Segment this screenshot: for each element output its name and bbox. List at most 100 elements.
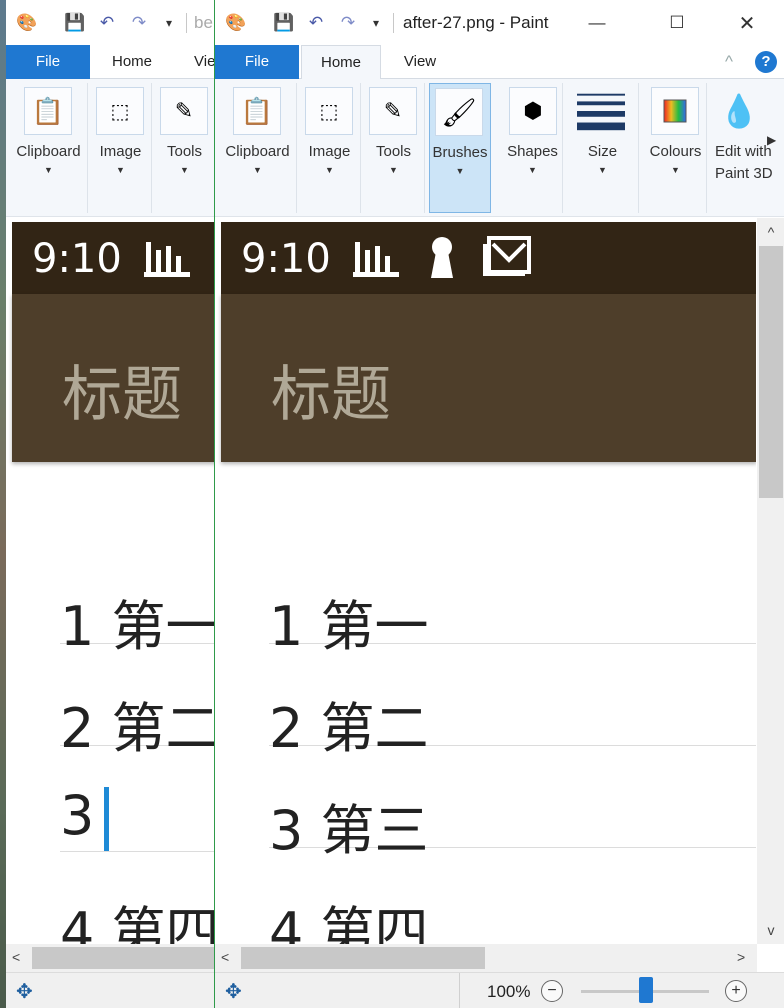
edit-paint3d-label-2: Paint 3D bbox=[715, 165, 773, 182]
size-label: Size bbox=[587, 143, 618, 160]
tools-group[interactable]: ✎ Tools ▼ bbox=[363, 83, 425, 213]
window-title: be bbox=[194, 13, 213, 32]
scroll-thumb[interactable] bbox=[241, 947, 485, 969]
tab-home[interactable]: Home bbox=[92, 45, 172, 79]
image-label: Image bbox=[99, 143, 142, 160]
tab-file[interactable]: File bbox=[6, 45, 90, 79]
tab-view[interactable]: View bbox=[387, 45, 453, 79]
chevron-down-icon: ▼ bbox=[528, 165, 537, 175]
save-icon[interactable]: 💾 bbox=[62, 10, 88, 36]
size-group[interactable]: Size ▼ bbox=[567, 83, 639, 213]
title-bar: 🎨 💾 ↶ ↷ ▾ after-27.png - Paint — ☐ ✕ bbox=[215, 0, 784, 45]
brushes-label: Brushes bbox=[432, 144, 488, 161]
scroll-up-icon[interactable]: ^ bbox=[757, 224, 784, 240]
undo-icon[interactable]: ↶ bbox=[94, 10, 120, 36]
clipboard-group[interactable]: 📋 Clipboard ▼ bbox=[219, 83, 297, 213]
scroll-thumb[interactable] bbox=[759, 246, 783, 498]
list-item[interactable]: 2 第二 bbox=[60, 684, 220, 760]
colour-palette-icon bbox=[651, 87, 699, 135]
chevron-down-icon: ▼ bbox=[455, 166, 465, 176]
move-icon: ✥ bbox=[16, 981, 33, 1003]
tab-file[interactable]: File bbox=[215, 45, 299, 79]
tools-icon: ✎ bbox=[160, 87, 208, 135]
canvas-area[interactable]: 9:10 标题 1 第一 2 第二 3 4 第四 bbox=[6, 218, 220, 944]
customize-qat-icon[interactable]: ▾ bbox=[156, 10, 182, 36]
chevron-down-icon: ▼ bbox=[389, 165, 398, 175]
customize-qat-icon[interactable]: ▾ bbox=[363, 10, 389, 36]
status-bar: ✥ bbox=[6, 972, 220, 1008]
clipboard-icon: 📋 bbox=[233, 87, 281, 135]
shapes-group[interactable]: ⬢ Shapes ▼ bbox=[503, 83, 563, 213]
zoom-out-button[interactable]: − bbox=[541, 980, 563, 1002]
list-item[interactable]: 2 第二 bbox=[269, 684, 756, 760]
app-toolbar: 标题 bbox=[221, 294, 756, 462]
edit-paint3d-label: Edit with bbox=[715, 143, 772, 160]
close-icon[interactable]: ✕ bbox=[727, 6, 767, 40]
brushes-group[interactable]: 🖌 Brushes ▼ bbox=[429, 83, 491, 213]
shapes-icon: ⬢ bbox=[509, 87, 557, 135]
edit-paint3d-group[interactable]: 💧 Edit with Paint 3D bbox=[711, 83, 773, 213]
save-icon[interactable]: 💾 bbox=[271, 10, 297, 36]
status-time: 9:10 bbox=[32, 236, 122, 282]
tools-label: Tools bbox=[166, 143, 203, 160]
list-item[interactable]: 3 第三 bbox=[269, 786, 756, 862]
redo-icon[interactable]: ↷ bbox=[335, 10, 361, 36]
redo-icon[interactable]: ↷ bbox=[126, 10, 152, 36]
undo-icon[interactable]: ↶ bbox=[303, 10, 329, 36]
ribbon-tabs: File Home View bbox=[215, 45, 784, 80]
list-item[interactable]: 4 第四 bbox=[60, 888, 220, 944]
clipboard-label: Clipboard bbox=[225, 143, 290, 160]
horizontal-scrollbar[interactable]: < bbox=[6, 944, 220, 972]
scroll-left-icon[interactable]: < bbox=[12, 949, 20, 965]
canvas-area[interactable]: 9:10 标题 1 第一 2 第二 3 第三 4 第四 bbox=[215, 218, 756, 944]
maximize-icon[interactable]: ☐ bbox=[657, 6, 697, 40]
tools-icon: ✎ bbox=[369, 87, 417, 135]
paint-app-icon: 🎨 bbox=[225, 13, 247, 32]
tools-label: Tools bbox=[375, 143, 412, 160]
vertical-scrollbar[interactable]: ^ v bbox=[757, 218, 784, 944]
horizontal-scrollbar[interactable]: < > bbox=[215, 944, 757, 972]
title-bar: 🎨 💾 ↶ ↷ ▾ be bbox=[6, 0, 220, 45]
colours-group[interactable]: Colours ▼ bbox=[645, 83, 707, 213]
chart-icon bbox=[144, 236, 190, 287]
move-icon: ✥ bbox=[225, 981, 242, 1003]
paint3d-icon: 💧 bbox=[719, 93, 759, 129]
chevron-down-icon: ▼ bbox=[253, 165, 262, 175]
ribbon: 📋 Clipboard ▼ ⬚ Image ▼ ✎ Tools ▼ 🖌 Brus… bbox=[215, 79, 784, 217]
clipboard-group[interactable]: 📋 Clipboard ▼ bbox=[10, 83, 88, 213]
image-group[interactable]: ⬚ Image ▼ bbox=[299, 83, 361, 213]
image-label: Image bbox=[308, 143, 351, 160]
tab-home[interactable]: Home bbox=[301, 45, 381, 80]
scroll-left-icon[interactable]: < bbox=[221, 949, 229, 965]
image-group[interactable]: ⬚ Image ▼ bbox=[90, 83, 152, 213]
colours-label: Colours bbox=[649, 143, 702, 160]
clipboard-icon: 📋 bbox=[24, 87, 72, 135]
scroll-right-icon[interactable]: > bbox=[737, 949, 745, 965]
scroll-down-icon[interactable]: v bbox=[757, 922, 784, 938]
collapse-ribbon-icon[interactable]: ^ bbox=[725, 52, 733, 72]
minimize-icon[interactable]: — bbox=[577, 6, 617, 40]
paint-app-icon: 🎨 bbox=[16, 13, 38, 32]
help-icon[interactable]: ? bbox=[755, 51, 777, 73]
chevron-down-icon: ▼ bbox=[180, 165, 189, 175]
chevron-down-icon: ▼ bbox=[44, 165, 53, 175]
zoom-slider-thumb[interactable] bbox=[639, 977, 653, 1003]
text-cursor bbox=[104, 787, 110, 852]
app-screenshot: 9:10 标题 1 第一 2 第二 3 第三 4 第四 bbox=[221, 222, 756, 944]
paint-window-before[interactable]: 🎨 💾 ↶ ↷ ▾ be File Home Vie 📋 Clipboard ▼… bbox=[6, 0, 220, 1008]
toolbar-title: 标题 bbox=[271, 360, 391, 430]
zoom-in-button[interactable]: + bbox=[725, 980, 747, 1002]
paint-window-after[interactable]: 🎨 💾 ↶ ↷ ▾ after-27.png - Paint — ☐ ✕ Fil… bbox=[214, 0, 784, 1008]
scroll-thumb[interactable] bbox=[32, 947, 220, 969]
list-item-editing[interactable]: 3 bbox=[60, 784, 220, 852]
ribbon-scroll-right-icon[interactable]: ▶ bbox=[767, 133, 776, 147]
status-time: 9:10 bbox=[241, 236, 331, 282]
ribbon: 📋 Clipboard ▼ ⬚ Image ▼ ✎ Tools ▼ bbox=[6, 79, 220, 217]
android-status-bar: 9:10 bbox=[221, 222, 756, 294]
list-item[interactable]: 1 第一 bbox=[60, 582, 220, 658]
list-item[interactable]: 4 第四 bbox=[269, 888, 756, 944]
zoom-level: 100% bbox=[487, 982, 531, 1001]
list-item[interactable]: 1 第一 bbox=[269, 582, 756, 658]
tools-group[interactable]: ✎ Tools ▼ bbox=[154, 83, 216, 213]
status-bar: ✥ 100% − + bbox=[215, 972, 784, 1008]
